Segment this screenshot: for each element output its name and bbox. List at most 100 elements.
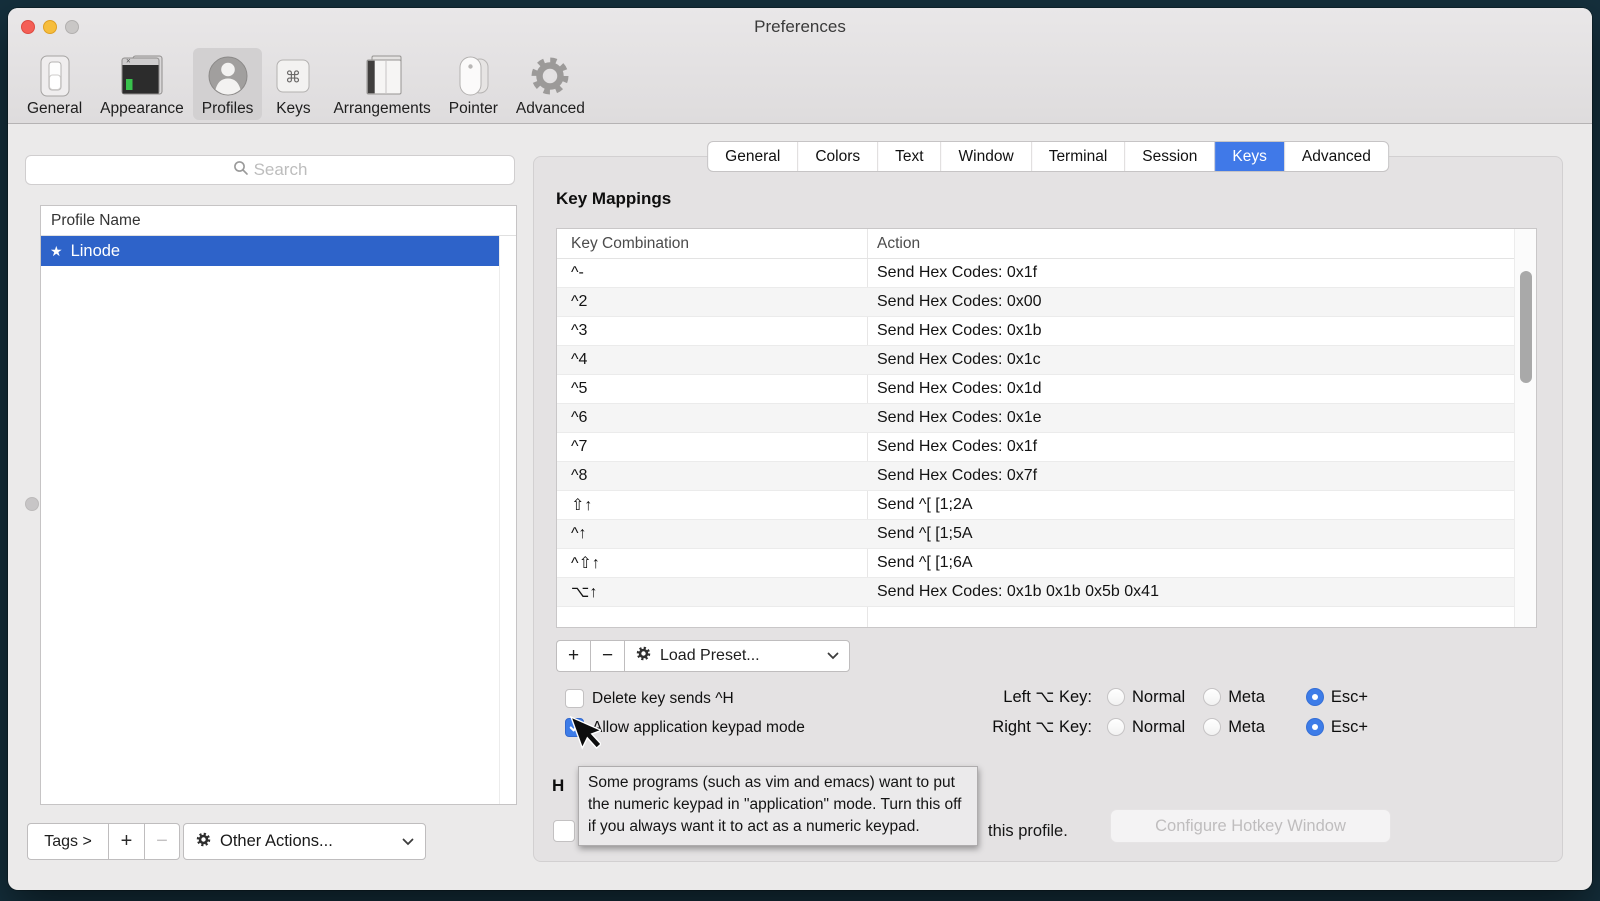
switch-icon [33, 53, 77, 99]
hotkey-checkbox[interactable] [553, 820, 575, 842]
table-row[interactable]: ⌥↑Send Hex Codes: 0x1b 0x1b 0x5b 0x41 [557, 578, 1514, 607]
cell-key-combination: ^4 [557, 346, 867, 374]
cell-action: Send Hex Codes: 0x1d [867, 375, 1514, 403]
configure-hotkey-window-button[interactable]: Configure Hotkey Window [1110, 809, 1391, 843]
toolbar: General ×Appearance Profiles ⌘KeysArrangeme… [18, 48, 594, 120]
cell-action: Send ^[ [1;2A [867, 491, 1514, 519]
titlebar[interactable]: Preferences [8, 8, 1592, 46]
tab-terminal[interactable]: Terminal [1031, 142, 1125, 171]
toolbar-item-keys[interactable]: ⌘Keys [262, 48, 324, 120]
table-row[interactable]: ^3Send Hex Codes: 0x1b [557, 317, 1514, 346]
search-input[interactable]: Search [25, 155, 515, 185]
toolbar-item-label: Profiles [202, 100, 254, 117]
table-row[interactable]: ^-Send Hex Codes: 0x1f [557, 259, 1514, 288]
search-icon [233, 160, 249, 181]
col-key-combination[interactable]: Key Combination [571, 235, 689, 253]
left-option-radio-row: Left ⌥ Key: Normal Meta Esc+ [866, 685, 1368, 709]
chevron-down-icon [402, 832, 414, 851]
radio-choice-label: Esc+ [1331, 718, 1368, 737]
cell-key-combination: ^⇧↑ [557, 549, 867, 577]
radio-button[interactable] [1203, 688, 1221, 706]
add-mapping-button[interactable]: + [556, 640, 590, 672]
cell-key-combination: ^↑ [557, 520, 867, 548]
cell-key-combination: ^7 [557, 433, 867, 461]
add-profile-button[interactable]: + [108, 823, 144, 860]
table-row[interactable]: ^8Send Hex Codes: 0x7f [557, 462, 1514, 491]
default-star-icon: ★ [50, 243, 63, 260]
radio-button[interactable] [1107, 718, 1125, 736]
remove-mapping-button[interactable]: − [590, 640, 624, 672]
toolbar-item-label: Appearance [100, 100, 184, 117]
cell-action: Send Hex Codes: 0x1b [867, 317, 1514, 345]
action-gear-icon [635, 645, 652, 667]
right-option-choice-meta[interactable]: Meta [1203, 718, 1265, 737]
load-preset-dropdown[interactable]: Load Preset... [624, 640, 850, 672]
toolbar-item-pointer[interactable]: Pointer [440, 48, 507, 120]
tab-window[interactable]: Window [941, 142, 1031, 171]
radio-choice-label: Esc+ [1331, 688, 1368, 707]
delete-key-checkbox[interactable] [565, 689, 584, 708]
table-row[interactable]: ^4Send Hex Codes: 0x1c [557, 346, 1514, 375]
cell-action: Send Hex Codes: 0x1f [867, 259, 1514, 287]
radio-button[interactable] [1306, 688, 1324, 706]
toolbar-item-profiles[interactable]: Profiles [193, 48, 263, 120]
left-option-choice-meta[interactable]: Meta [1203, 688, 1265, 707]
left-option-choice-normal[interactable]: Normal [1107, 688, 1185, 707]
right-option-choice-normal[interactable]: Normal [1107, 718, 1185, 737]
toolbar-item-general[interactable]: General [18, 48, 91, 120]
table-row[interactable]: ^⇧↑Send ^[ [1;6A [557, 549, 1514, 578]
preferences-window: Preferences General ×Appearance Profiles ⌘K… [8, 8, 1592, 890]
cell-key-combination: ^6 [557, 404, 867, 432]
radio-button[interactable] [1107, 688, 1125, 706]
radio-button[interactable] [1306, 718, 1324, 736]
table-row[interactable]: ^6Send Hex Codes: 0x1e [557, 404, 1514, 433]
radio-choice-label: Normal [1132, 718, 1185, 737]
hotkey-heading-partial: H [552, 776, 564, 796]
cell-key-combination: ^2 [557, 288, 867, 316]
tab-session[interactable]: Session [1124, 142, 1214, 171]
load-preset-label: Load Preset... [660, 647, 760, 665]
table-rows: ^-Send Hex Codes: 0x1f^2Send Hex Codes: … [557, 259, 1514, 607]
right-option-choice-esc-[interactable]: Esc+ [1306, 718, 1368, 737]
splitter-handle-dot[interactable] [25, 497, 39, 511]
remove-profile-button[interactable]: − [144, 823, 180, 860]
toolbar-item-advanced[interactable]: Advanced [507, 48, 594, 120]
terminal-window-icon: × [119, 53, 165, 99]
cell-action: Send Hex Codes: 0x1f [867, 433, 1514, 461]
profile-row-linode[interactable]: ★ Linode [41, 236, 499, 266]
tab-advanced[interactable]: Advanced [1284, 142, 1388, 171]
cell-action: Send Hex Codes: 0x1b 0x1b 0x5b 0x41 [867, 578, 1514, 606]
tab-keys[interactable]: Keys [1214, 142, 1283, 171]
hotkey-profile-text: this profile. [988, 822, 1068, 841]
tab-general[interactable]: General [708, 142, 797, 171]
table-row[interactable]: ^2Send Hex Codes: 0x00 [557, 288, 1514, 317]
radio-button[interactable] [1203, 718, 1221, 736]
col-action[interactable]: Action [877, 235, 920, 253]
search-placeholder: Search [254, 160, 308, 180]
tab-text[interactable]: Text [877, 142, 940, 171]
profile-tabs: GeneralColorsTextWindowTerminalSessionKe… [707, 141, 1389, 172]
right-option-radio-row: Right ⌥ Key: Normal Meta Esc+ [866, 715, 1368, 739]
table-row[interactable]: ^↑Send ^[ [1;5A [557, 520, 1514, 549]
key-mappings-table: Key Combination Action ^-Send Hex Codes:… [556, 228, 1537, 628]
action-gear-icon [195, 831, 212, 853]
table-row[interactable]: ^7Send Hex Codes: 0x1f [557, 433, 1514, 462]
keypad-mode-label: Allow application keypad mode [592, 719, 805, 737]
tags-button[interactable]: Tags > [27, 823, 108, 860]
key-mappings-heading: Key Mappings [556, 189, 671, 209]
other-actions-dropdown[interactable]: Other Actions... [183, 823, 426, 860]
cell-action: Send Hex Codes: 0x1e [867, 404, 1514, 432]
table-row[interactable]: ^5Send Hex Codes: 0x1d [557, 375, 1514, 404]
left-option-choice-esc-[interactable]: Esc+ [1306, 688, 1368, 707]
table-row[interactable]: ⇧↑Send ^[ [1;2A [557, 491, 1514, 520]
toolbar-item-arrangements[interactable]: Arrangements [324, 48, 439, 120]
table-scrollbar[interactable] [1514, 229, 1536, 627]
right-option-label: Right ⌥ Key: [866, 717, 1092, 737]
tab-colors[interactable]: Colors [797, 142, 877, 171]
toolbar-item-appearance[interactable]: ×Appearance [91, 48, 193, 120]
profile-list-header[interactable]: Profile Name [41, 206, 516, 236]
toolbar-item-label: Advanced [516, 100, 585, 117]
scrollbar-thumb[interactable] [1520, 271, 1532, 383]
left-option-label: Left ⌥ Key: [866, 687, 1092, 707]
toolbar-item-label: General [27, 100, 82, 117]
